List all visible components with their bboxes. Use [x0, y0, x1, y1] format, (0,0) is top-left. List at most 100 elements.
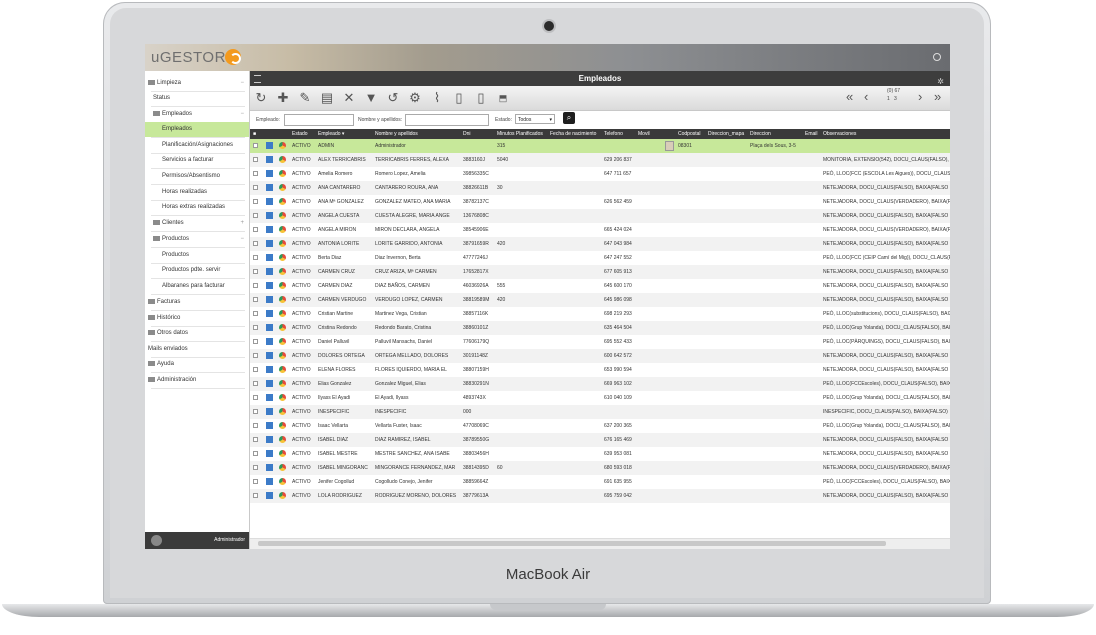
next-page-icon[interactable]: › — [918, 89, 922, 104]
row-checkbox[interactable] — [253, 493, 258, 498]
nombre-filter-input[interactable] — [405, 114, 489, 126]
sidebar-item[interactable]: Ayuda — [145, 357, 249, 372]
row-checkbox[interactable] — [253, 339, 258, 344]
edit-row-icon[interactable] — [266, 156, 273, 163]
first-page-icon[interactable]: « — [846, 89, 853, 104]
edit-row-icon[interactable] — [266, 422, 273, 429]
sidebar-item[interactable]: Horas realizadas — [145, 185, 249, 200]
edit-row-icon[interactable] — [266, 184, 273, 191]
expand-toggle-icon[interactable]: + — [240, 216, 244, 231]
sidebar-item[interactable]: Status — [145, 91, 249, 106]
table-row[interactable]: ACTIVO Cristina Redondo Redondo Barato, Cr… — [250, 321, 950, 335]
chart-icon[interactable] — [279, 240, 286, 247]
edit-row-icon[interactable] — [266, 240, 273, 247]
table-row[interactable]: ACTIVO ISABEL MESTRE MESTRE SANCHEZ, ANA I… — [250, 447, 950, 461]
column-header[interactable]: Nombre y apellidos — [375, 129, 418, 139]
sidebar-item[interactable]: Empleados − — [145, 107, 249, 122]
chart-icon[interactable] — [279, 268, 286, 275]
document-alt-icon[interactable]: ▯ — [472, 89, 490, 107]
table-row[interactable]: ACTIVO ALEX TERRICABRIS TERRICABRIS FERRES… — [250, 153, 950, 167]
table-row[interactable]: ACTIVO Daniel Palluvil Palluvil Mansachs, … — [250, 335, 950, 349]
table-row[interactable]: ACTIVO CARMEN VERDUGO VERDUGO LOPEZ, CARME… — [250, 293, 950, 307]
row-checkbox[interactable] — [253, 409, 258, 414]
refresh-icon[interactable]: ↻ — [252, 89, 270, 107]
expand-toggle-icon[interactable]: − — [240, 76, 244, 91]
sidebar-user[interactable]: Administrador — [145, 532, 249, 549]
row-checkbox[interactable] — [253, 199, 258, 204]
column-header[interactable]: Estado — [292, 129, 308, 139]
expand-toggle-icon[interactable]: − — [240, 232, 244, 247]
row-checkbox[interactable] — [253, 479, 258, 484]
row-checkbox[interactable] — [253, 227, 258, 232]
row-checkbox[interactable] — [253, 353, 258, 358]
column-header[interactable]: Email — [805, 129, 818, 139]
chart-icon[interactable] — [279, 366, 286, 373]
edit-row-icon[interactable] — [266, 408, 273, 415]
chart-icon[interactable] — [279, 310, 286, 317]
horizontal-scrollbar[interactable] — [250, 538, 950, 549]
row-checkbox[interactable] — [253, 381, 258, 386]
table-row[interactable]: ACTIVO ELENA FLORES FLORES IQUIERDO, MARIA… — [250, 363, 950, 377]
table-row[interactable]: ACTIVO CARMEN DIAZ DIAZ BAÑOS, CARMEN 46036… — [250, 279, 950, 293]
column-header[interactable]: Minutos Planificados — [497, 129, 543, 139]
sidebar-item[interactable]: Planificación/Asignaciones — [145, 138, 249, 153]
table-row[interactable]: ACTIVO Berta Diaz Diaz Invernon, Berta 4777… — [250, 251, 950, 265]
undo-icon[interactable]: ↺ — [384, 89, 402, 107]
column-header[interactable]: Direccion — [750, 129, 771, 139]
row-checkbox[interactable] — [253, 465, 258, 470]
row-checkbox[interactable] — [253, 171, 258, 176]
sidebar-item[interactable]: Clientes + — [145, 216, 249, 231]
chart-icon[interactable] — [279, 226, 286, 233]
expand-toggle-icon[interactable]: − — [240, 107, 244, 122]
edit-row-icon[interactable] — [266, 268, 273, 275]
chart-icon[interactable] — [279, 296, 286, 303]
column-header[interactable]: Observaciones — [823, 129, 856, 139]
chart-icon[interactable] — [279, 338, 286, 345]
edit-row-icon[interactable] — [266, 436, 273, 443]
chart-icon[interactable] — [279, 478, 286, 485]
chart-icon[interactable] — [279, 282, 286, 289]
edit-row-icon[interactable] — [266, 226, 273, 233]
last-page-icon[interactable]: » — [934, 89, 941, 104]
map-icon[interactable] — [665, 141, 674, 151]
table-row[interactable]: ACTIVO Jenifer Cogollud Cogolludo Conejo, … — [250, 475, 950, 489]
edit-row-icon[interactable] — [266, 478, 273, 485]
row-checkbox[interactable] — [253, 311, 258, 316]
edit-row-icon[interactable] — [266, 366, 273, 373]
row-checkbox[interactable] — [253, 269, 258, 274]
empleado-filter-input[interactable] — [284, 114, 354, 126]
row-checkbox[interactable] — [253, 325, 258, 330]
table-row[interactable]: ACTIVO CARMEN CRUZ CRUZ ARIZA, Mª CARMEN 17… — [250, 265, 950, 279]
row-checkbox[interactable] — [253, 241, 258, 246]
row-checkbox[interactable] — [253, 185, 258, 190]
pager-page[interactable]: 3 — [894, 96, 897, 102]
chart-icon[interactable] — [279, 142, 286, 149]
row-checkbox[interactable] — [253, 143, 258, 148]
chart-icon[interactable] — [279, 184, 286, 191]
row-checkbox[interactable] — [253, 395, 258, 400]
chart-icon[interactable] — [279, 198, 286, 205]
chart-icon[interactable] — [279, 156, 286, 163]
table-row[interactable]: ACTIVO ANA CANTARERO CANTARERO ROURA, ANA 3… — [250, 181, 950, 195]
pager-page[interactable]: 1 — [887, 96, 890, 102]
chart-icon[interactable] — [279, 254, 286, 261]
row-checkbox[interactable] — [253, 367, 258, 372]
sidebar-item[interactable]: Facturas — [145, 295, 249, 310]
table-row[interactable]: ACTIVO ANTONIA LORITE LORITE GARRIDO, ANTO… — [250, 237, 950, 251]
table-row[interactable]: ACTIVO INESPECIFIC INESPECIFIC 000 INESPECIF… — [250, 405, 950, 419]
edit-row-icon[interactable] — [266, 282, 273, 289]
chart-icon[interactable] — [279, 352, 286, 359]
table-row[interactable]: ACTIVO Amelia Romero Romero Lopez, Amelia 3… — [250, 167, 950, 181]
table-row[interactable]: ACTIVO Isaac Vellarta Vellarta Fuster, Isa… — [250, 419, 950, 433]
table-row[interactable]: ACTIVO ANGELA CUESTA CUESTA ALEGRE, MARIA … — [250, 209, 950, 223]
edit-row-icon[interactable] — [266, 352, 273, 359]
edit-row-icon[interactable] — [266, 310, 273, 317]
chart-icon[interactable] — [279, 436, 286, 443]
column-header[interactable]: Telefono — [604, 129, 623, 139]
chart-icon[interactable] — [279, 450, 286, 457]
edit-row-icon[interactable] — [266, 324, 273, 331]
edit-row-icon[interactable] — [266, 254, 273, 261]
column-header[interactable]: Movil — [638, 129, 650, 139]
table-row[interactable]: ACTIVO ANGELA MIRON MIRON DECLARA, ANGELA 3… — [250, 223, 950, 237]
settings-icon[interactable]: ⚙ — [406, 89, 424, 107]
